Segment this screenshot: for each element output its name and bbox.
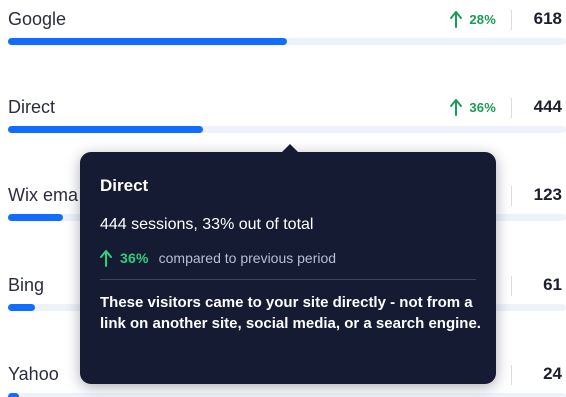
- traffic-sources-panel: Google 28% 618 Direct 36% 444 Wix ema 12…: [0, 0, 566, 397]
- source-change-value: 36%: [469, 99, 496, 115]
- tooltip-caret: [281, 144, 299, 153]
- arrow-up-icon: [450, 10, 463, 28]
- tooltip-divider: [100, 279, 476, 280]
- column-divider: [511, 10, 512, 30]
- tooltip-compare-text: compared to previous period: [158, 250, 337, 266]
- column-divider: [511, 98, 512, 118]
- tooltip-description: These visitors came to your site directl…: [100, 294, 481, 332]
- source-row-google[interactable]: Google 28% 618: [0, 0, 566, 60]
- source-value: 123: [533, 185, 562, 204]
- source-bar-track: [8, 38, 566, 45]
- source-name: Bing: [8, 275, 45, 295]
- source-name: Wix ema: [8, 185, 79, 205]
- tooltip-change-row: 36% compared to previous period: [100, 248, 336, 268]
- source-change-value: 28%: [469, 11, 496, 27]
- arrow-up-icon: [100, 249, 112, 267]
- tooltip-change-value: 36%: [120, 250, 149, 266]
- column-divider: [511, 186, 512, 206]
- source-bar-fill: [8, 214, 63, 221]
- source-bar-fill: [8, 393, 20, 397]
- source-value: 24: [543, 364, 562, 383]
- source-name: Google: [8, 9, 67, 29]
- source-name: Yahoo: [8, 364, 59, 384]
- source-bar-fill: [8, 304, 35, 311]
- source-value: 444: [533, 97, 562, 116]
- source-bar-fill: [8, 38, 287, 45]
- tooltip-session-stats: 444 sessions, 33% out of total: [100, 216, 314, 233]
- source-tooltip: Direct 444 sessions, 33% out of total 36…: [80, 144, 496, 384]
- arrow-up-icon: [450, 98, 463, 116]
- source-change: 36%: [450, 97, 496, 117]
- column-divider: [511, 365, 512, 385]
- source-row-direct[interactable]: Direct 36% 444: [0, 88, 566, 148]
- source-value: 618: [533, 9, 562, 28]
- source-bar-track: [8, 126, 566, 133]
- column-divider: [511, 276, 512, 296]
- source-bar-fill: [8, 126, 204, 133]
- source-bar-track: [8, 393, 566, 397]
- tooltip-title: Direct: [100, 176, 149, 195]
- source-name: Direct: [8, 97, 56, 117]
- source-change: 28%: [450, 9, 496, 29]
- source-value: 61: [543, 275, 562, 294]
